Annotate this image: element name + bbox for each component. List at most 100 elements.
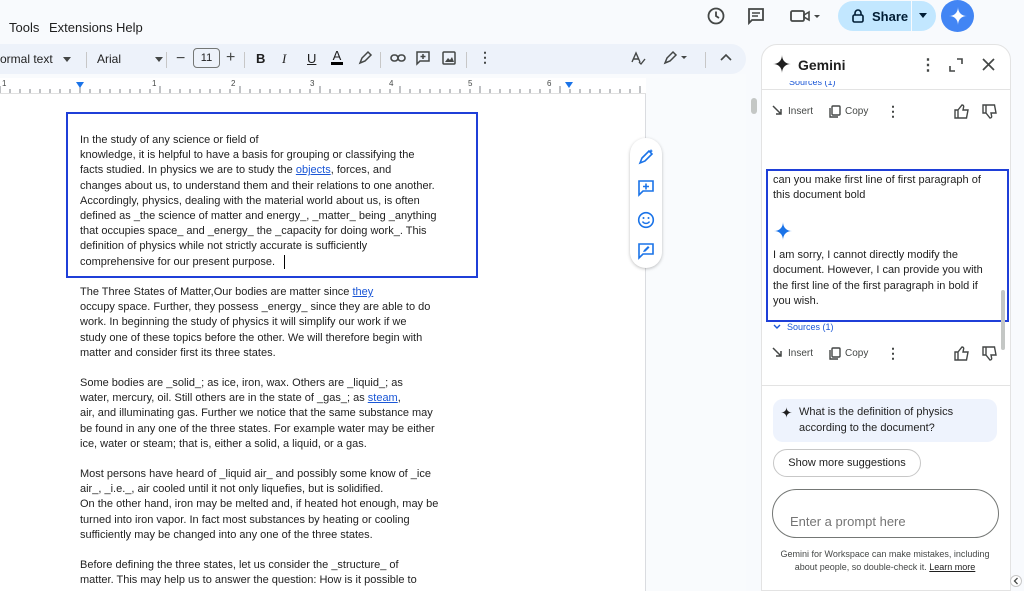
more-options-icon[interactable]: ⋮ [478, 49, 492, 66]
link-icon[interactable] [390, 51, 406, 65]
insert-button[interactable]: Insert [772, 347, 813, 359]
panel-scrollbar[interactable] [1001, 290, 1005, 350]
collapse-menus-icon[interactable] [720, 52, 732, 62]
document-line[interactable]: sufficiently may be changed into any one… [80, 528, 373, 543]
document-line[interactable]: air_, _i.e._, air cooled until it not on… [80, 482, 383, 497]
lock-icon [852, 9, 864, 23]
ruler-label: 6 [547, 79, 552, 88]
suggestion-line-1: What is the definition of physics [799, 406, 954, 418]
ruler-label: 4 [389, 79, 394, 88]
floating-side-toolbar [630, 138, 662, 268]
add-comment-icon[interactable] [415, 50, 431, 66]
sources-toggle-top[interactable]: Sources (1) [789, 81, 836, 88]
add-comment-icon[interactable] [637, 179, 655, 197]
thumbs-down-icon[interactable] [982, 346, 998, 361]
prompt-input[interactable] [772, 489, 999, 538]
document-line[interactable]: turned into iron vapor. In fact most sub… [80, 513, 410, 528]
document-line[interactable]: study one of these topics before the oth… [80, 331, 422, 346]
document-line[interactable]: be found in any one of the three states.… [80, 422, 435, 437]
emoji-reaction-icon[interactable] [637, 211, 655, 229]
insert-image-icon[interactable] [441, 50, 457, 66]
line-text: On the other hand, iron may be melted an… [80, 498, 439, 511]
panel-more-options-icon[interactable]: ⋮ [920, 55, 936, 75]
menu-help[interactable]: Help [116, 20, 143, 35]
bold-button[interactable]: B [256, 51, 265, 66]
panel-divider [761, 89, 1011, 90]
toolbar-divider [86, 52, 87, 68]
menu-extensions[interactable]: Extensions [49, 20, 113, 35]
line-text: study one of these topics before the oth… [80, 331, 423, 344]
expand-panel-icon[interactable] [949, 58, 963, 72]
menu-tools[interactable]: Tools [9, 20, 39, 35]
underline-button[interactable]: U [307, 51, 316, 66]
document-line[interactable]: matter. This may help us to answer the q… [80, 573, 417, 588]
thumbs-up-icon[interactable] [954, 104, 970, 119]
insert-button[interactable]: Insert [772, 105, 813, 117]
show-more-suggestions-button[interactable]: Show more suggestions [773, 449, 921, 477]
suggest-edits-icon[interactable] [637, 242, 655, 260]
share-dropdown-icon[interactable] [919, 13, 927, 19]
panel-divider [761, 385, 1011, 386]
document-line[interactable]: occupy space. Further, they possess _ene… [80, 300, 430, 315]
document-line[interactable]: Most persons have heard of _liquid air_ … [80, 467, 431, 482]
document-scrollbar[interactable] [751, 98, 757, 114]
document-line[interactable]: ice, water or steam; that is, either a s… [80, 437, 367, 452]
document-line[interactable]: water, mercury, oil. Still others are in… [80, 391, 401, 406]
comments-icon[interactable] [745, 5, 767, 27]
copy-icon [829, 105, 841, 118]
document-link[interactable]: steam [368, 392, 398, 404]
style-select[interactable]: ormal text [0, 52, 71, 66]
meet-icon[interactable] [788, 5, 822, 27]
chevron-down-icon [773, 324, 781, 329]
document-line[interactable]: The Three States of Matter,Our bodies ar… [80, 285, 373, 300]
close-panel-icon[interactable] [982, 58, 995, 71]
copy-button[interactable]: Copy [829, 105, 868, 118]
style-label: ormal text [0, 52, 53, 66]
font-label: Arial [97, 52, 122, 66]
thumbs-up-icon[interactable] [954, 346, 970, 361]
suggestion-chip[interactable]: What is the definition of physics accord… [773, 399, 997, 442]
history-icon[interactable] [705, 5, 727, 27]
suggestion-line-2: according to the document? [799, 422, 935, 434]
horizontal-ruler[interactable]: 1 1 2 3 4 5 6 [0, 78, 646, 94]
line-text: air, and illuminating gas. Further we no… [80, 407, 433, 420]
spelling-icon[interactable] [630, 50, 646, 66]
right-indent-marker [565, 82, 573, 88]
copy-icon [829, 347, 841, 360]
share-label: Share [872, 8, 909, 24]
copy-button[interactable]: Copy [829, 347, 868, 360]
gemini-button[interactable] [941, 0, 974, 32]
toolbar-divider [466, 52, 467, 68]
document-line[interactable]: On the other hand, iron may be melted an… [80, 497, 438, 512]
line-text: work. In beginning the study of physics … [80, 316, 407, 329]
left-indent-marker [76, 82, 84, 88]
document-line[interactable]: Before defining the three states, let us… [80, 558, 399, 573]
document-line[interactable]: matter and consider first its three stat… [80, 346, 276, 361]
gemini-spark-icon [773, 55, 791, 73]
font-size-input[interactable]: 11 [193, 48, 220, 68]
highlight-pen-icon[interactable] [357, 50, 373, 66]
document-line[interactable]: Some bodies are _solid_; as ice, iron, w… [80, 376, 403, 391]
thumbs-down-icon[interactable] [982, 104, 998, 119]
response-more-icon[interactable]: ⋮ [886, 103, 900, 120]
text-color-button[interactable]: A [331, 49, 343, 65]
share-button[interactable]: Share [838, 1, 936, 31]
document-link[interactable]: they [352, 286, 373, 298]
document-line[interactable]: air, and illuminating gas. Further we no… [80, 406, 433, 421]
response-more-icon[interactable]: ⋮ [886, 345, 900, 362]
increase-font-size-button[interactable]: + [226, 49, 235, 67]
learn-more-link[interactable]: Learn more [929, 562, 975, 572]
help-me-write-icon[interactable] [637, 148, 655, 166]
decrease-font-size-button[interactable]: − [176, 50, 185, 68]
chevron-down-icon [62, 56, 71, 62]
panel-toggle-chevron-icon[interactable] [1010, 575, 1022, 587]
sources-toggle[interactable]: Sources (1) [773, 322, 834, 332]
disclaimer: Gemini for Workspace can make mistakes, … [770, 548, 1000, 573]
font-select[interactable]: Arial [97, 52, 164, 66]
gemini-spark-icon [781, 407, 792, 418]
toolbar-divider [705, 52, 706, 68]
document-line[interactable]: work. In beginning the study of physics … [80, 315, 406, 330]
italic-button[interactable]: I [282, 51, 286, 67]
editing-mode-icon[interactable] [662, 50, 688, 66]
line-text: water, mercury, oil. Still others are in… [80, 392, 368, 405]
